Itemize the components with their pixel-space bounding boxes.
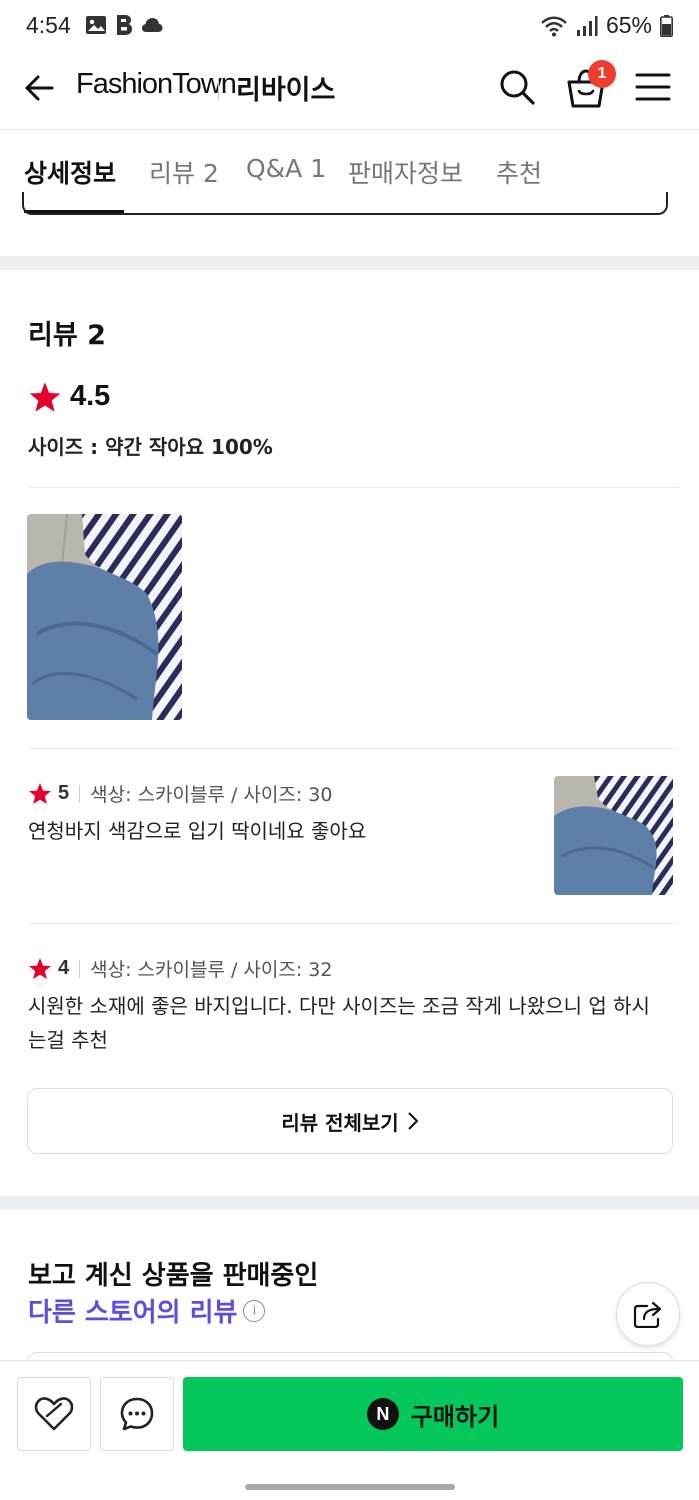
- heart-icon: [34, 1397, 74, 1431]
- jeans-photo: [27, 514, 182, 720]
- average-score: 4.5: [70, 380, 111, 412]
- review-photo-small[interactable]: [554, 776, 673, 895]
- review-meta: 4 색상: 스카이블루 / 사이즈: 32: [28, 955, 332, 982]
- review-meta: 5 색상: 스카이블루 / 사이즈: 30: [28, 780, 332, 807]
- tab-details[interactable]: 상세정보: [24, 154, 116, 190]
- reviews-title: 리뷰 2: [28, 320, 106, 351]
- wishlist-button[interactable]: [17, 1377, 91, 1451]
- cloud-icon: [142, 18, 163, 32]
- section-divider: [0, 256, 699, 270]
- divider: [28, 487, 679, 488]
- previous-section-edge: [22, 192, 668, 215]
- average-rating: 4.5: [28, 380, 110, 413]
- size-summary: 사이즈 : 약간 작아요 100%: [28, 435, 273, 459]
- chat-button[interactable]: [100, 1377, 174, 1451]
- battery-icon: [660, 14, 673, 37]
- section-divider: [0, 1196, 699, 1210]
- battery-percent: 65%: [605, 12, 652, 38]
- chat-bubble-icon: [120, 1397, 154, 1431]
- search-icon[interactable]: [497, 67, 537, 107]
- info-icon[interactable]: i: [243, 1299, 266, 1322]
- divider: [28, 923, 679, 924]
- gallery-icon: [86, 16, 106, 34]
- status-time: 4:54: [26, 12, 71, 38]
- cart-count-badge: 1: [588, 60, 616, 88]
- buy-button[interactable]: N 구매하기: [183, 1377, 683, 1451]
- tab-seller-info[interactable]: 판매자정보: [348, 154, 463, 190]
- share-button[interactable]: [616, 1282, 680, 1346]
- bottom-action-bar: N 구매하기: [0, 1360, 699, 1500]
- star-icon: [29, 958, 51, 979]
- notification-icons: [85, 14, 163, 36]
- npay-icon: N: [366, 1398, 399, 1430]
- store-name[interactable]: 리바이스: [236, 68, 335, 107]
- promo-title: 보고 계신 상품을 판매중인: [28, 1261, 319, 1291]
- review-photo-thumbnail[interactable]: [27, 514, 182, 720]
- review-score: 5: [58, 782, 70, 804]
- b-app-icon: [117, 15, 132, 35]
- status-right: 65%: [540, 12, 673, 39]
- brand-logo[interactable]: FashionTown: [76, 68, 237, 101]
- view-all-reviews-button[interactable]: 리뷰 전체보기: [27, 1088, 673, 1154]
- home-indicator[interactable]: [245, 1484, 455, 1490]
- tab-recommend[interactable]: 추천: [496, 154, 542, 190]
- back-arrow-icon[interactable]: [22, 70, 58, 106]
- view-all-reviews-label: 리뷰 전체보기: [281, 1110, 399, 1135]
- brand-divider: [218, 78, 219, 100]
- buy-label: 구매하기: [410, 1402, 500, 1431]
- star-icon: [29, 381, 61, 412]
- tab-qna[interactable]: Q&A 1: [246, 154, 326, 183]
- jeans-photo: [554, 776, 673, 895]
- chevron-right-icon: [407, 1112, 419, 1130]
- share-icon: [633, 1301, 662, 1328]
- status-bar: 4:54 65%: [0, 0, 699, 54]
- review-option: 색상: 스카이블루 / 사이즈: 32: [90, 959, 333, 981]
- meta-separator: [79, 959, 81, 978]
- hamburger-menu-icon[interactable]: [634, 70, 672, 104]
- promo-subtitle: 다른 스토어의 리뷰 i: [28, 1292, 266, 1329]
- divider: [28, 748, 679, 749]
- wifi-icon: [541, 16, 567, 36]
- review-text: 시원한 소재에 좋은 바지입니다. 다만 사이즈는 조금 작게 나왔으니 업 하…: [28, 994, 650, 1052]
- signal-icon: [576, 15, 598, 36]
- star-icon: [29, 783, 51, 804]
- review-score: 4: [58, 957, 70, 979]
- review-option: 색상: 스카이블루 / 사이즈: 30: [90, 784, 333, 806]
- promo-subtitle-text: 다른 스토어의 리뷰: [28, 1298, 238, 1328]
- tab-reviews[interactable]: 리뷰 2: [149, 154, 219, 190]
- meta-separator: [79, 784, 81, 803]
